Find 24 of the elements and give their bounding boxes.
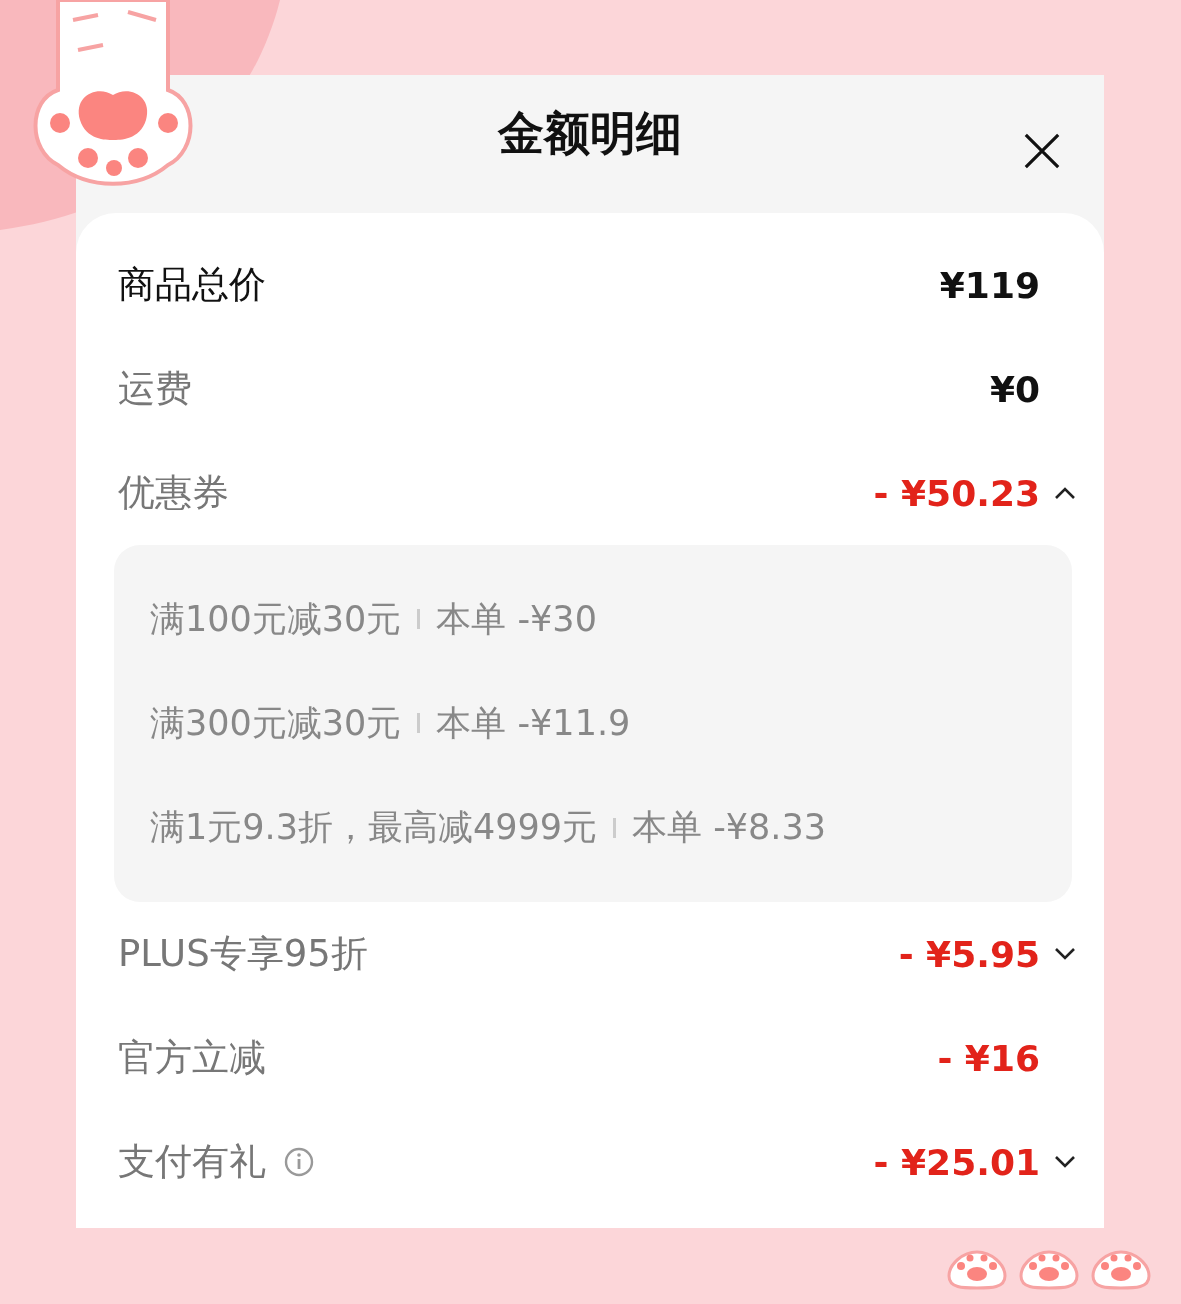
row-amount: - ¥16 [937,1037,1040,1079]
coupon-amount: 本单 -¥8.33 [632,806,826,850]
close-icon[interactable] [1024,133,1060,169]
dialog-title: 金额明细 [498,105,682,162]
row-label: 优惠券 [118,470,229,516]
row-label: 支付有礼 [118,1139,266,1185]
coupon-condition: 满100元减30元 [150,597,402,641]
row-amount: ¥0 [989,368,1040,410]
row-amount: - ¥50.23 [873,472,1040,514]
row-amount: - ¥5.95 [898,933,1040,975]
coupon-condition: 满300元减30元 [150,702,402,745]
chevron-down-icon[interactable] [1054,947,1076,961]
row-label: 官方立减 [118,1035,266,1081]
row-label: 商品总价 [118,262,266,308]
coupon-amount: 本单 -¥30 [436,597,597,641]
row-label: PLUS专享95折 [118,931,368,977]
chevron-down-icon[interactable] [1054,1155,1076,1169]
chevron-up-icon[interactable] [1054,486,1076,500]
coupon-condition: 满1元9.3折，最高减4999元 [150,806,597,850]
info-icon[interactable] [284,1147,314,1177]
row-amount: ¥119 [939,264,1040,306]
row-amount: - ¥25.01 [873,1141,1040,1183]
row-label: 运费 [118,366,192,412]
coupon-amount: 本单 -¥11.9 [436,702,631,745]
